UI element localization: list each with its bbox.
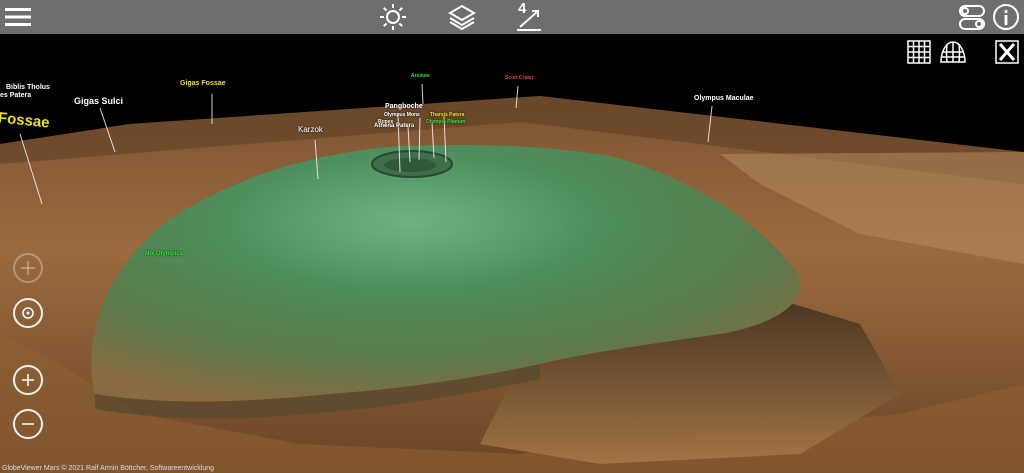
close-x-icon[interactable] <box>995 40 1019 69</box>
info-icon[interactable] <box>991 2 1021 32</box>
map-label-red-top[interactable]: Scott Crater <box>505 75 534 81</box>
map-label-ulysses-patera[interactable]: es Patera <box>0 92 31 99</box>
pan-icon[interactable] <box>13 253 43 283</box>
measure-icon[interactable]: 4 <box>514 0 544 32</box>
map-label-small-4[interactable]: Olympia Planum <box>426 119 465 125</box>
zoom-out-icon[interactable] <box>13 409 43 439</box>
sun-icon[interactable] <box>378 2 408 32</box>
map-label-gigas-fossae[interactable]: Gigas Fossae <box>180 80 226 87</box>
map-label-pangboche[interactable]: Pangboche <box>385 103 423 110</box>
map-label-biblis-tholus[interactable]: Biblis Tholus <box>6 84 50 91</box>
globe-grid-icon[interactable] <box>939 40 967 69</box>
credit-text: GlobeViewer Mars © 2021 Ralf Armin Böttc… <box>2 465 215 472</box>
map-label-athena-patera[interactable]: Athena Patera <box>374 123 414 129</box>
hamburger-menu-icon[interactable] <box>4 2 32 32</box>
map-label-small-2[interactable]: Tharsis Patera <box>430 112 464 118</box>
map-label-olympus-maculae[interactable]: Olympus Maculae <box>694 95 754 102</box>
grid-icon[interactable] <box>907 40 931 69</box>
rotate-icon[interactable] <box>13 298 43 328</box>
map-label-green-top[interactable]: Arsinoe <box>411 73 430 79</box>
map-label-gigas-sulci[interactable]: Gigas Sulci <box>74 96 123 106</box>
map-viewport[interactable]: Fossae Biblis Tholus es Patera Gigas Sul… <box>0 34 1024 473</box>
map-label-nix-olympica[interactable]: Nix Olympica <box>145 251 183 257</box>
map-label-karzok[interactable]: Karzok <box>298 125 323 134</box>
zoom-in-icon[interactable] <box>13 365 43 395</box>
layers-icon[interactable] <box>447 2 477 32</box>
measure-value: 4 <box>518 0 527 17</box>
top-toolbar: 4 <box>0 0 1024 34</box>
map-label-small-1[interactable]: Olympus Mons <box>384 112 420 118</box>
toggle-switches-icon[interactable] <box>958 2 986 32</box>
